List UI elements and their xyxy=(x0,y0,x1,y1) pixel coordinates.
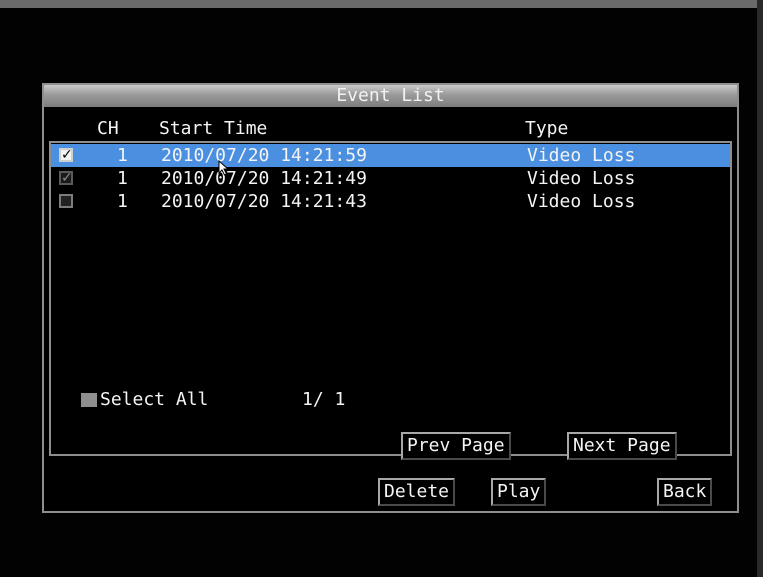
event-list-window: Event List CH Start Time Type ✓ 1 2010/0… xyxy=(42,83,739,513)
column-header-type: Type xyxy=(525,118,569,139)
dvr-screen: Event List CH Start Time Type ✓ 1 2010/0… xyxy=(0,0,763,577)
event-ch: 1 xyxy=(117,145,128,166)
back-button[interactable]: Back xyxy=(657,478,713,506)
event-start-time: 2010/07/20 14:21:49 xyxy=(161,168,367,189)
event-row[interactable]: 1 2010/07/20 14:21:43 Video Loss xyxy=(51,190,730,213)
select-all-checkbox[interactable] xyxy=(81,393,97,407)
play-button[interactable]: Play xyxy=(491,478,547,506)
row-checkbox[interactable] xyxy=(59,194,73,208)
right-border-band xyxy=(757,0,763,577)
page-indicator: 1/ 1 xyxy=(302,389,346,410)
prev-page-button[interactable]: Prev Page xyxy=(401,432,511,460)
event-ch: 1 xyxy=(117,168,128,189)
event-row[interactable]: ✓ 1 2010/07/20 14:21:49 Video Loss xyxy=(51,167,730,190)
row-checkbox[interactable]: ✓ xyxy=(59,171,73,185)
row-checkbox[interactable]: ✓ xyxy=(59,148,73,162)
delete-button[interactable]: Delete xyxy=(378,478,456,506)
column-header-start-time: Start Time xyxy=(159,118,268,139)
event-type: Video Loss xyxy=(527,145,636,166)
event-ch: 1 xyxy=(117,191,128,212)
select-all-label: Select All xyxy=(100,389,209,410)
mouse-pointer-icon xyxy=(218,160,230,176)
event-type: Video Loss xyxy=(527,191,636,212)
event-start-time: 2010/07/20 14:21:59 xyxy=(161,145,367,166)
next-page-button[interactable]: Next Page xyxy=(567,432,677,460)
window-title: Event List xyxy=(44,85,737,107)
event-start-time: 2010/07/20 14:21:43 xyxy=(161,191,367,212)
event-type: Video Loss xyxy=(527,168,636,189)
column-header-ch: CH xyxy=(97,118,119,139)
top-border-band xyxy=(0,0,763,8)
event-row[interactable]: ✓ 1 2010/07/20 14:21:59 Video Loss xyxy=(51,144,730,167)
